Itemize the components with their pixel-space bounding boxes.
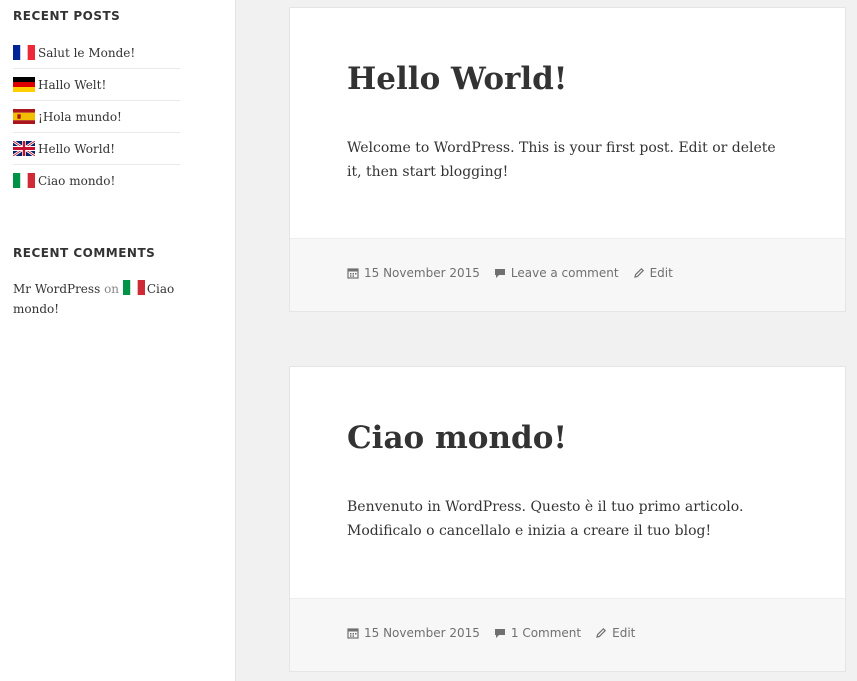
post-meta: 15 November 2015 Leave a comment Edit	[347, 266, 687, 280]
post-date[interactable]: 15 November 2015	[347, 626, 480, 640]
calendar-icon	[347, 627, 359, 639]
recent-post-link[interactable]: Hello World!	[38, 142, 115, 156]
recent-post-link[interactable]: Ciao mondo!	[38, 174, 115, 188]
edit-link[interactable]: Edit	[650, 266, 673, 280]
post-title[interactable]: Ciao mondo!	[347, 420, 567, 456]
flag-fr-icon	[13, 45, 35, 60]
edit-link[interactable]: Edit	[612, 626, 635, 640]
sidebar: RECENT POSTS Salut le Monde! Hallo Welt!…	[0, 0, 236, 681]
comment-icon	[494, 267, 506, 279]
post-date[interactable]: 15 November 2015	[347, 266, 480, 280]
post-content: Benvenuto in WordPress. Questo è il tuo …	[347, 499, 744, 539]
pencil-icon	[633, 267, 645, 279]
post-date-link[interactable]: 15 November 2015	[364, 626, 480, 640]
flag-es-icon	[13, 109, 35, 124]
recent-post-link[interactable]: ¡Hola mundo!	[38, 110, 122, 124]
post-title-text[interactable]: Hello World!	[347, 61, 567, 97]
recent-post-link[interactable]: Salut le Monde!	[38, 46, 135, 60]
list-item: Salut le Monde!	[13, 37, 180, 69]
post-edit[interactable]: Edit	[633, 266, 673, 280]
comment-author-link[interactable]: Mr WordPress	[13, 282, 100, 296]
post-comments[interactable]: 1 Comment	[494, 626, 581, 640]
recent-posts-title: RECENT POSTS	[13, 9, 121, 23]
flag-gb-icon	[13, 141, 35, 156]
post-comments[interactable]: Leave a comment	[494, 266, 619, 280]
post-card: Ciao mondo! Benvenuto in WordPress. Ques…	[289, 366, 846, 672]
comments-link[interactable]: Leave a comment	[511, 266, 619, 280]
post-footer: 15 November 2015 1 Comment Edit	[290, 598, 845, 671]
post-title[interactable]: Hello World!	[347, 61, 567, 97]
comment-on-text: on	[104, 282, 120, 296]
post-title-text[interactable]: Ciao mondo!	[347, 420, 567, 456]
recent-comment: Mr WordPress on Ciao mondo!	[13, 279, 188, 319]
post-date-link[interactable]: 15 November 2015	[364, 266, 480, 280]
comments-link[interactable]: 1 Comment	[511, 626, 581, 640]
list-item: Hallo Welt!	[13, 69, 180, 101]
recent-posts-list: Salut le Monde! Hallo Welt! ¡Hola mundo!…	[13, 37, 180, 196]
list-item: Ciao mondo!	[13, 165, 180, 196]
recent-post-link[interactable]: Hallo Welt!	[38, 78, 106, 92]
flag-de-icon	[13, 77, 35, 92]
post-content: Welcome to WordPress. This is your first…	[347, 140, 776, 180]
calendar-icon	[347, 267, 359, 279]
pencil-icon	[595, 627, 607, 639]
recent-comments-title: RECENT COMMENTS	[13, 246, 156, 260]
flag-it-icon	[13, 173, 35, 188]
post-meta: 15 November 2015 1 Comment Edit	[347, 626, 649, 640]
list-item: ¡Hola mundo!	[13, 101, 180, 133]
list-item: Hello World!	[13, 133, 180, 165]
comment-icon	[494, 627, 506, 639]
post-footer: 15 November 2015 Leave a comment Edit	[290, 238, 845, 311]
post-edit[interactable]: Edit	[595, 626, 635, 640]
post-card: Hello World! Welcome to WordPress. This …	[289, 7, 846, 312]
flag-it-icon	[122, 280, 145, 295]
